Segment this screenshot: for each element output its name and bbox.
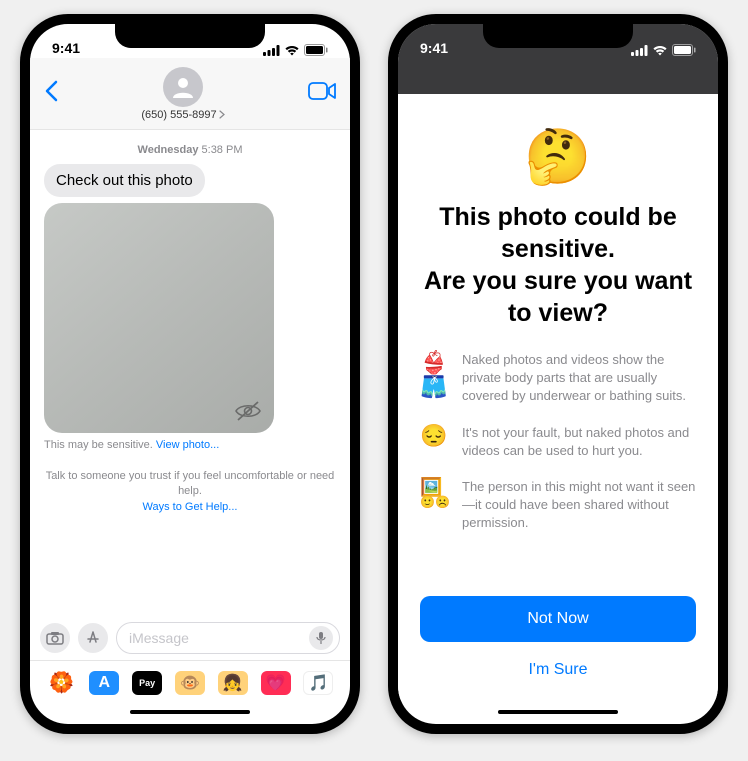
timestamp: Wednesday 5:38 PM <box>44 144 336 156</box>
contact-info[interactable]: (650) 555-8997 <box>141 67 224 121</box>
status-bar: 9:41 <box>30 24 350 58</box>
input-placeholder: iMessage <box>129 630 189 646</box>
status-icons <box>631 44 696 56</box>
im-sure-button[interactable]: I'm Sure <box>420 648 696 692</box>
wifi-icon <box>284 45 300 56</box>
chevron-right-icon <box>219 110 225 119</box>
thinking-emoji-icon: 🤔 <box>420 126 696 189</box>
home-indicator[interactable] <box>398 700 718 724</box>
digital-touch-icon[interactable]: 💗 <box>261 671 291 695</box>
status-time: 9:41 <box>52 40 80 56</box>
app-store-button[interactable] <box>78 623 108 653</box>
conversation-header: (650) 555-8997 <box>30 58 350 130</box>
photos-app-icon[interactable]: 🏵️ <box>46 671 76 695</box>
phone-right: 9:41 🤔 This photo could be sensitive. Ar… <box>388 14 728 734</box>
ways-to-get-help-link[interactable]: Ways to Get Help... <box>143 501 238 513</box>
incoming-message-bubble[interactable]: Check out this photo <box>44 164 205 197</box>
avatar <box>163 67 203 107</box>
music-app-icon[interactable]: 🎵 <box>303 671 333 695</box>
info-row-underwear: 👙🩳 Naked photos and videos show the priv… <box>420 351 696 406</box>
imessage-app-tray: 🏵️ A Pay 🐵 👧 💗 🎵 <box>30 660 350 700</box>
message-input[interactable]: iMessage <box>116 622 340 654</box>
sensitive-warning-label: This may be sensitive. View photo... <box>44 439 336 451</box>
apple-pay-icon[interactable]: Pay <box>132 671 162 695</box>
swimsuit-icon: 👙🩳 <box>420 351 450 406</box>
hidden-eye-icon <box>234 401 262 421</box>
status-time: 9:41 <box>420 40 448 56</box>
picture-frame-icon: 🖼️ 🙂☹️ <box>420 478 450 533</box>
home-indicator[interactable] <box>30 700 350 724</box>
camera-button[interactable] <box>40 623 70 653</box>
help-block: Talk to someone you trust if you feel un… <box>44 469 336 515</box>
animoji-app-icon[interactable]: 👧 <box>218 671 248 695</box>
wifi-icon <box>652 45 668 56</box>
sad-face-icon: 😔 <box>420 424 450 460</box>
dictation-button[interactable] <box>309 626 333 650</box>
messages-list[interactable]: Wednesday 5:38 PM Check out this photo T… <box>30 130 350 616</box>
not-now-button[interactable]: Not Now <box>420 596 696 642</box>
cellular-signal-icon <box>631 45 648 56</box>
message-input-row: iMessage <box>30 616 350 660</box>
cellular-signal-icon <box>263 45 280 56</box>
view-photo-link[interactable]: View photo... <box>156 439 219 451</box>
battery-icon <box>672 44 696 56</box>
back-button[interactable] <box>44 78 58 109</box>
battery-icon <box>304 44 328 56</box>
info-row-hurt: 😔 It's not your fault, but naked photos … <box>420 424 696 460</box>
contact-number: (650) 555-8997 <box>141 109 216 121</box>
facetime-button[interactable] <box>308 82 336 105</box>
status-icons <box>263 44 328 56</box>
sensitive-content-sheet: 🤔 This photo could be sensitive. Are you… <box>398 100 718 700</box>
info-row-permission: 🖼️ 🙂☹️ The person in this might not want… <box>420 478 696 533</box>
phone-left: 9:41 (650) <box>20 14 360 734</box>
memoji-app-icon[interactable]: 🐵 <box>175 671 205 695</box>
appstore-app-icon[interactable]: A <box>89 671 119 695</box>
blurred-image-attachment[interactable] <box>44 203 274 433</box>
sheet-title: This photo could be sensitive. Are you s… <box>420 201 696 329</box>
status-bar: 9:41 <box>398 24 718 58</box>
